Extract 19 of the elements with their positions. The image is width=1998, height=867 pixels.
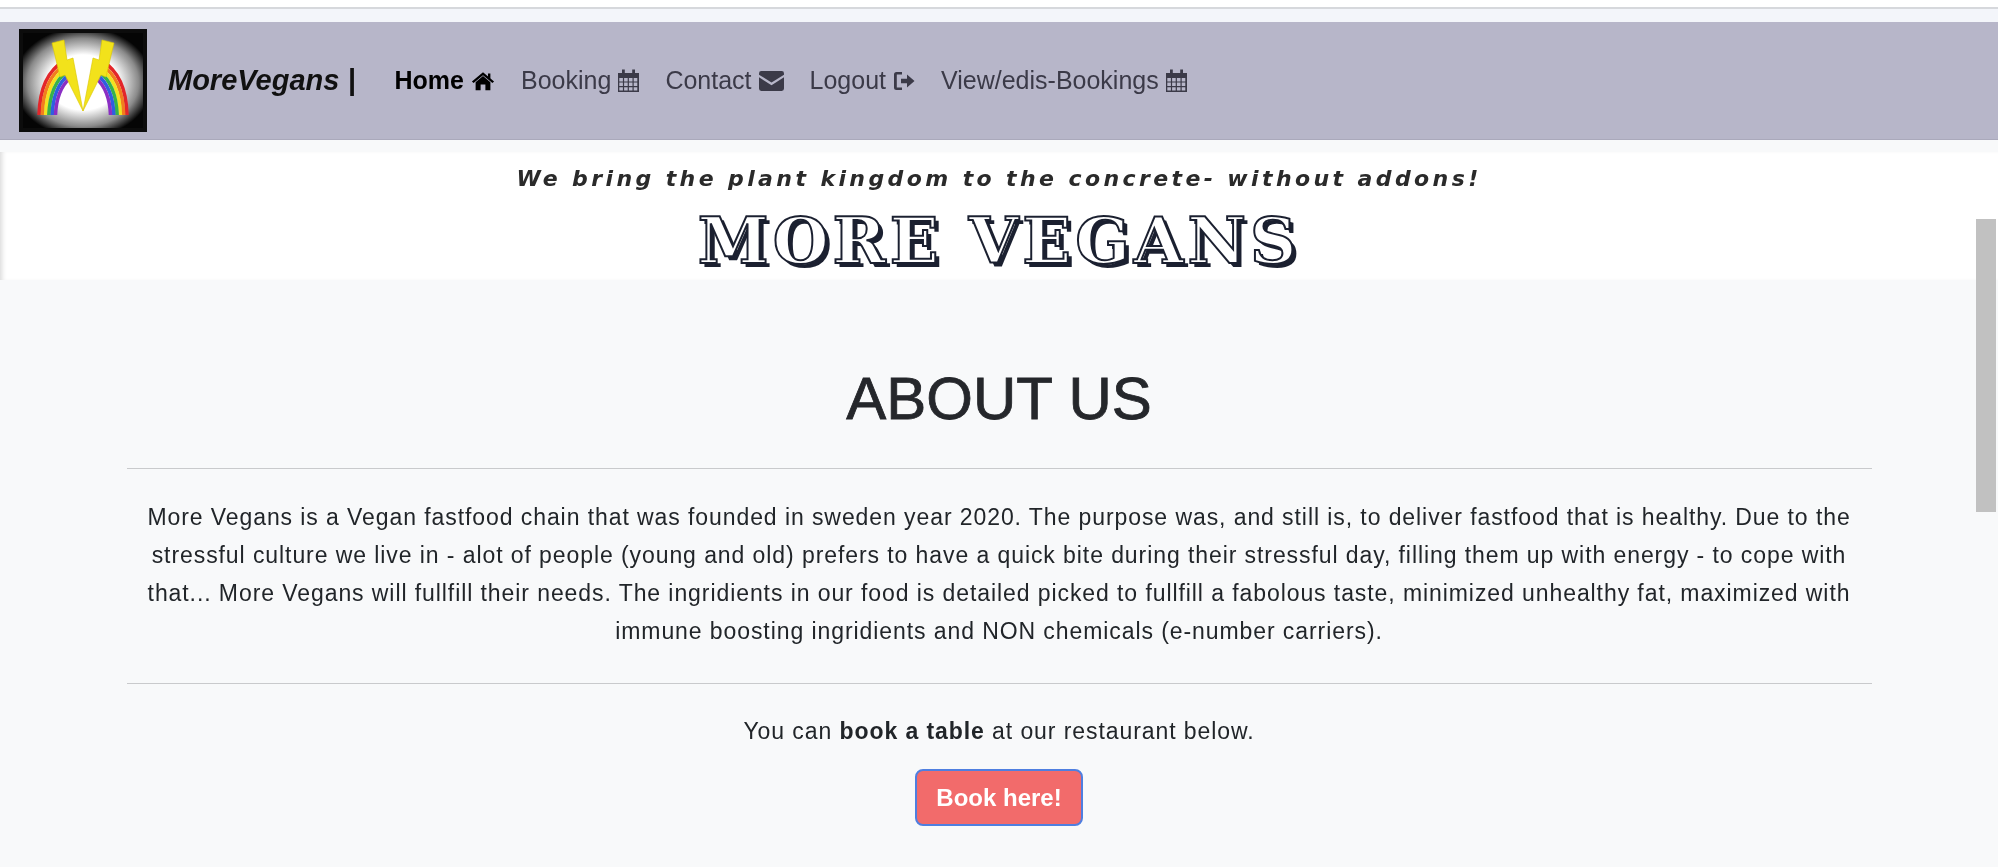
nav-link[interactable]: Contact (665, 61, 784, 100)
home-icon (471, 70, 495, 91)
nav-link[interactable]: View/edis-Bookings (941, 61, 1187, 100)
booking-prompt: You can book a table at our restaurant below. (743, 717, 1255, 746)
banner-title: MORE VEGANS (697, 209, 1301, 274)
brand-name[interactable]: MoreVegans | (168, 58, 356, 103)
nav-link[interactable]: Home (394, 61, 495, 100)
rainbow-logo-icon[interactable] (19, 29, 147, 132)
about-paragraph: More Vegans is a Vegan fastfood chain that was founded in sweden year 2020. The purpose was, and still is, to deliver fastfood that is healthy. Due to the stressful culture we live in - alot of people (young and old) prefers to have a quick bite during their stressful day, filling them up with energy - to cope with that... More Vegans will fullfill their needs. The ingridients in our food is detailed picked to fullfill a fabolous taste, minimized unhealthy fat, maximized with immune boosting ingridients and NON chemicals (e-number carriers). (146, 503, 1852, 646)
envelope-icon (758, 70, 784, 91)
calendar-icon (1165, 69, 1187, 92)
logout-icon (893, 70, 915, 91)
nav-link[interactable]: Logout (809, 61, 915, 100)
scrollbar-thumb[interactable] (1976, 219, 1996, 512)
calendar-icon (618, 69, 640, 92)
section-heading: ABOUT US (845, 364, 1153, 434)
tagline: We bring the plant kingdom to the concrete- without addons! (516, 166, 1482, 193)
nav-link[interactable]: Booking (521, 61, 640, 100)
book-button[interactable]: Book here! (915, 769, 1083, 826)
